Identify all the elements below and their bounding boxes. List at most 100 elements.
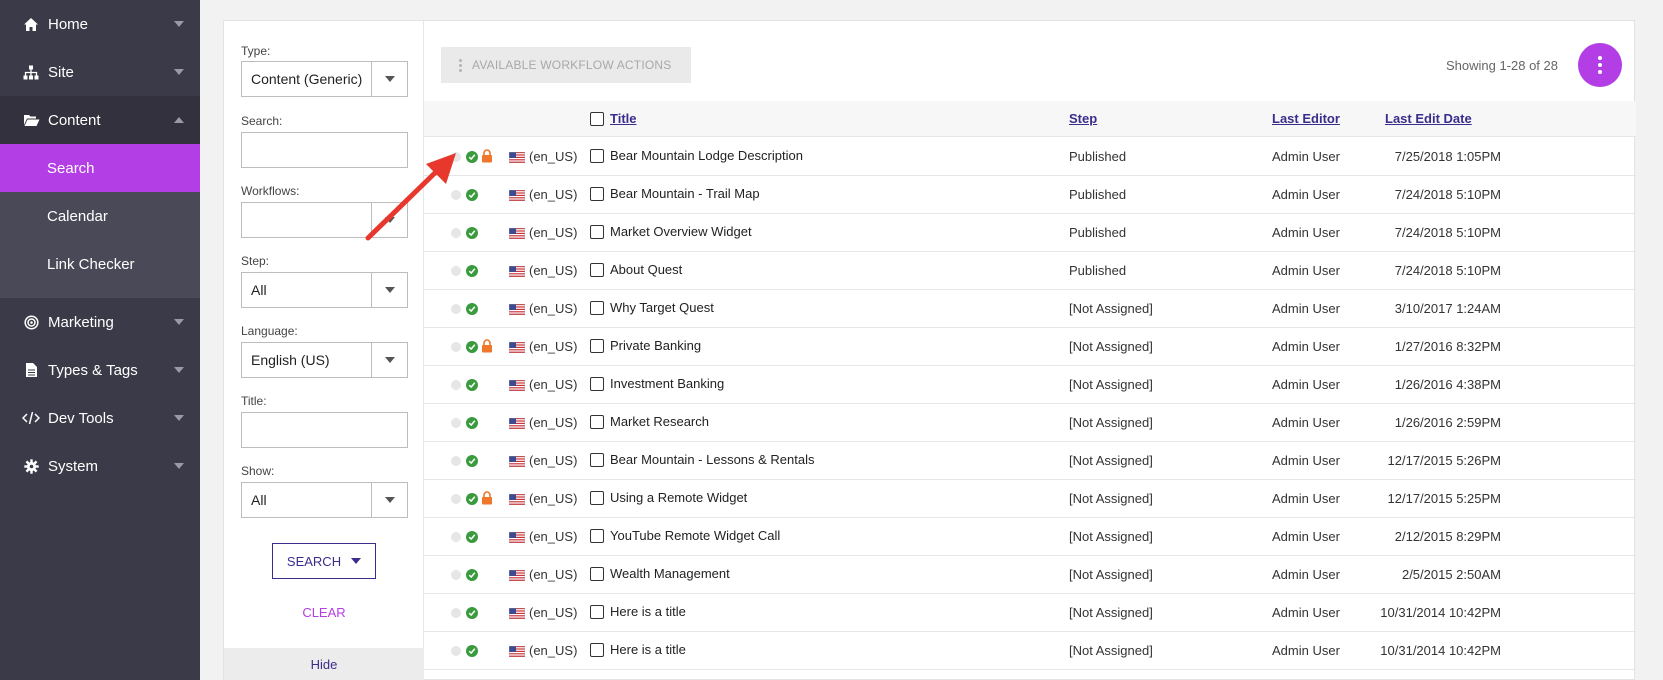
- home-icon: [22, 15, 40, 33]
- row-checkbox[interactable]: [590, 187, 604, 201]
- row-title-link[interactable]: About Quest: [610, 262, 682, 277]
- more-actions-button[interactable]: [1578, 43, 1622, 87]
- kebab-icon: [459, 58, 462, 72]
- status-dot-icon: [451, 494, 461, 504]
- row-last-edit-date: 10/31/2014 10:42PM: [1380, 605, 1501, 620]
- table-row[interactable]: (en_US) Market Research [Not Assigned] A…: [424, 404, 1636, 442]
- chevron-down-icon[interactable]: [371, 343, 407, 377]
- column-header-step[interactable]: Step: [1069, 101, 1097, 137]
- hide-filters-link[interactable]: Hide: [224, 648, 424, 680]
- locale-label: (en_US): [529, 187, 578, 202]
- show-select[interactable]: All: [241, 482, 408, 518]
- step-select[interactable]: All: [241, 272, 408, 308]
- table-row[interactable]: (en_US) Private Banking [Not Assigned] A…: [424, 328, 1636, 366]
- row-checkbox[interactable]: [590, 491, 604, 505]
- sidebar-subitem-link-checker[interactable]: Link Checker: [0, 240, 200, 288]
- row-last-editor: Admin User: [1272, 149, 1340, 164]
- chevron-down-icon[interactable]: [371, 483, 407, 517]
- locale-label: (en_US): [529, 225, 578, 240]
- row-title-link[interactable]: Private Banking: [610, 338, 701, 353]
- row-checkbox[interactable]: [590, 605, 604, 619]
- row-checkbox[interactable]: [590, 263, 604, 277]
- sidebar-item-site[interactable]: Site: [0, 48, 200, 96]
- search-label: Search:: [241, 114, 283, 128]
- main-card: Type: Content (Generic) Search: Workflow…: [223, 20, 1636, 680]
- row-title-link[interactable]: Why Target Quest: [610, 300, 714, 315]
- chevron-down-icon[interactable]: [371, 273, 407, 307]
- row-step: [Not Assigned]: [1069, 529, 1153, 544]
- row-title-link[interactable]: Bear Mountain - Lessons & Rentals: [610, 452, 815, 467]
- table-row[interactable]: (en_US) Bear Mountain Lodge Description …: [424, 138, 1636, 176]
- row-title-link[interactable]: Investment Banking: [610, 376, 724, 391]
- row-checkbox[interactable]: [590, 415, 604, 429]
- row-title-link[interactable]: Bear Mountain - Trail Map: [610, 186, 760, 201]
- chevron-down-icon[interactable]: [371, 62, 407, 96]
- sidebar-subitem-search[interactable]: Search: [0, 144, 200, 192]
- gear-icon: [22, 457, 40, 475]
- row-checkbox[interactable]: [590, 567, 604, 581]
- row-title-link[interactable]: Wealth Management: [610, 566, 730, 581]
- row-title-link[interactable]: Using a Remote Widget: [610, 490, 747, 505]
- column-header-last-editor[interactable]: Last Editor: [1272, 101, 1340, 137]
- chevron-down-icon: [174, 463, 184, 469]
- row-step: [Not Assigned]: [1069, 453, 1153, 468]
- lock-icon: [482, 149, 492, 163]
- row-checkbox[interactable]: [590, 453, 604, 467]
- table-row[interactable]: (en_US) Market Overview Widget Published…: [424, 214, 1636, 252]
- row-title-link[interactable]: Bear Mountain Lodge Description: [610, 148, 803, 163]
- clear-link[interactable]: CLEAR: [224, 605, 424, 620]
- chevron-down-icon: [174, 367, 184, 373]
- table-row[interactable]: (en_US) YouTube Remote Widget Call [Not …: [424, 518, 1636, 556]
- sidebar-subitem-calendar[interactable]: Calendar: [0, 192, 200, 240]
- row-checkbox[interactable]: [590, 225, 604, 239]
- filter-panel: Type: Content (Generic) Search: Workflow…: [224, 21, 424, 680]
- search-button[interactable]: SEARCH: [272, 543, 376, 579]
- check-circle-icon: [466, 379, 478, 391]
- status-dot-icon: [451, 418, 461, 428]
- sidebar-item-system[interactable]: System: [0, 442, 200, 490]
- sidebar-item-dev-tools[interactable]: Dev Tools: [0, 394, 200, 442]
- table-row[interactable]: (en_US) Bear Mountain - Lessons & Rental…: [424, 442, 1636, 480]
- show-select-value: All: [251, 492, 267, 508]
- row-checkbox[interactable]: [590, 529, 604, 543]
- row-title-link[interactable]: Here is a title: [610, 604, 686, 619]
- table-row[interactable]: (en_US) Wealth Management [Not Assigned]…: [424, 556, 1636, 594]
- sidebar-item-content[interactable]: Content: [0, 96, 200, 144]
- table-row[interactable]: (en_US) Using a Remote Widget [Not Assig…: [424, 480, 1636, 518]
- search-input[interactable]: [241, 132, 408, 168]
- row-checkbox[interactable]: [590, 301, 604, 315]
- sidebar-item-types-tags[interactable]: Types & Tags: [0, 346, 200, 394]
- row-checkbox[interactable]: [590, 377, 604, 391]
- language-select[interactable]: English (US): [241, 342, 408, 378]
- file-icon: [22, 361, 40, 379]
- table-row[interactable]: (en_US) Investment Banking [Not Assigned…: [424, 366, 1636, 404]
- type-select[interactable]: Content (Generic): [241, 61, 408, 97]
- chevron-down-icon[interactable]: [371, 203, 407, 237]
- row-last-editor: Admin User: [1272, 225, 1340, 240]
- row-title-link[interactable]: Market Research: [610, 414, 709, 429]
- status-dot-icon: [451, 190, 461, 200]
- table-row[interactable]: (en_US) Why Target Quest [Not Assigned] …: [424, 290, 1636, 328]
- table-row[interactable]: (en_US) About Quest Published Admin User…: [424, 252, 1636, 290]
- workflows-select[interactable]: [241, 202, 408, 238]
- column-header-last-edit-date[interactable]: Last Edit Date: [1385, 101, 1472, 137]
- title-input[interactable]: [241, 412, 408, 448]
- sidebar-item-home[interactable]: Home: [0, 0, 200, 48]
- table-row[interactable]: (en_US) Here is a title [Not Assigned] A…: [424, 632, 1636, 670]
- row-checkbox[interactable]: [590, 339, 604, 353]
- select-all-checkbox[interactable]: [590, 112, 604, 126]
- row-title-link[interactable]: Market Overview Widget: [610, 224, 752, 239]
- row-checkbox[interactable]: [590, 643, 604, 657]
- workflow-actions-button[interactable]: AVAILABLE WORKFLOW ACTIONS: [441, 47, 691, 83]
- chevron-down-icon[interactable]: [351, 558, 362, 564]
- sidebar-item-marketing[interactable]: Marketing: [0, 298, 200, 346]
- row-last-edit-date: 1/26/2016 4:38PM: [1394, 377, 1501, 392]
- row-checkbox[interactable]: [590, 149, 604, 163]
- us-flag-icon: [509, 646, 525, 657]
- column-header-title[interactable]: Title: [610, 101, 637, 137]
- table-row[interactable]: (en_US) Bear Mountain - Trail Map Publis…: [424, 176, 1636, 214]
- row-title-link[interactable]: YouTube Remote Widget Call: [610, 528, 780, 543]
- row-title-link[interactable]: Here is a title: [610, 642, 686, 657]
- check-circle-icon: [466, 265, 478, 277]
- table-row[interactable]: (en_US) Here is a title [Not Assigned] A…: [424, 594, 1636, 632]
